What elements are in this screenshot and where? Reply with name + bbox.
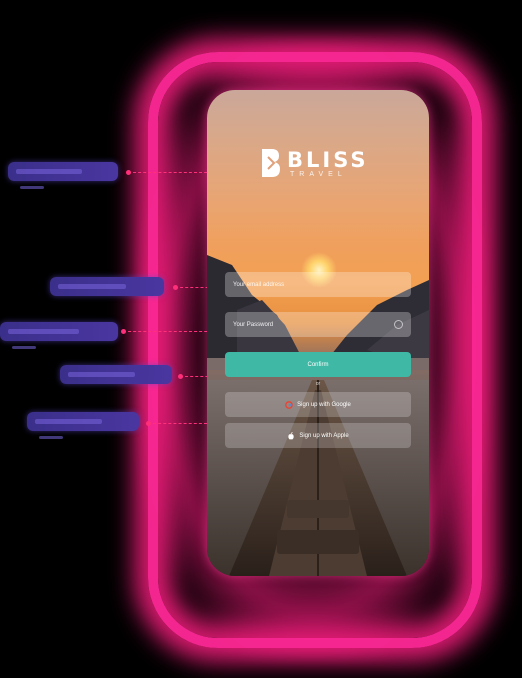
email-placeholder: Your email address [233, 281, 285, 288]
leader-dot-confirm [178, 374, 183, 379]
password-placeholder: Your Password [233, 321, 274, 328]
apple-signup-button[interactable]: Sign up with Apple [225, 423, 411, 448]
google-icon [285, 400, 293, 409]
brand-tagline: TRAVEL [290, 171, 347, 178]
leader-dot-social [146, 421, 151, 426]
brand-name: BLISS [287, 148, 369, 172]
password-field[interactable]: Your Password [225, 312, 411, 337]
phone-screen: BLISS TRAVEL Your email address Your Pas… [207, 90, 429, 576]
google-signup-button[interactable]: Sign up with Google [225, 392, 411, 417]
confirm-button[interactable]: Confirm [225, 352, 411, 377]
google-label: Sign up with Google [297, 401, 351, 408]
callout-social [27, 412, 139, 439]
callout-password [0, 322, 118, 349]
apple-label: Sign up with Apple [299, 432, 349, 439]
callout-email [50, 277, 164, 296]
callout-confirm [60, 365, 172, 384]
logo-icon [262, 149, 280, 177]
leader-dot-logo [126, 170, 131, 175]
leader-dot-email [173, 285, 178, 290]
or-divider: or [315, 381, 321, 387]
brand-logo: BLISS TRAVEL [260, 147, 380, 181]
confirm-label: Confirm [307, 361, 329, 368]
callout-logo [8, 162, 118, 189]
email-field[interactable]: Your email address [225, 272, 411, 297]
leader-dot-password [121, 329, 126, 334]
eye-icon[interactable] [394, 320, 403, 329]
stage: BLISS TRAVEL Your email address Your Pas… [0, 0, 522, 678]
apple-icon [288, 431, 294, 439]
